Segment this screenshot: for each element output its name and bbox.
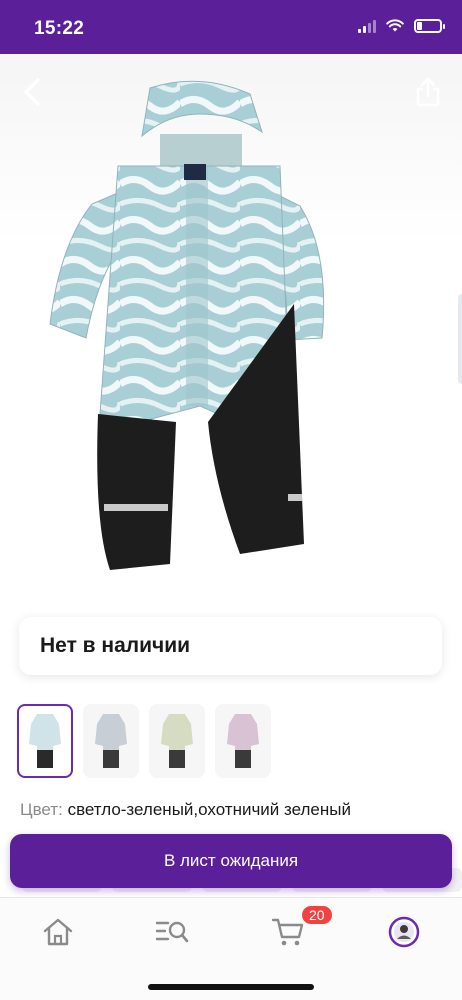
color-swatch[interactable] bbox=[83, 704, 139, 778]
home-indicator bbox=[148, 984, 314, 990]
waitlist-button[interactable]: В лист ожидания bbox=[10, 834, 452, 888]
share-button[interactable] bbox=[408, 72, 448, 112]
avatar-icon bbox=[388, 916, 420, 948]
waitlist-button-label: В лист ожидания bbox=[163, 851, 299, 870]
share-icon bbox=[416, 77, 440, 107]
product-gallery[interactable] bbox=[0, 54, 462, 598]
status-icons bbox=[358, 19, 445, 33]
tab-catalog[interactable] bbox=[148, 912, 196, 952]
tab-profile[interactable] bbox=[380, 912, 428, 952]
swatch-image bbox=[29, 714, 61, 768]
back-button[interactable] bbox=[12, 72, 52, 112]
wifi-icon bbox=[386, 19, 404, 32]
swatch-image bbox=[227, 714, 259, 768]
color-swatch[interactable] bbox=[17, 704, 73, 778]
swatch-image bbox=[161, 714, 193, 768]
color-swatch[interactable] bbox=[149, 704, 205, 778]
tab-home[interactable] bbox=[34, 912, 82, 952]
color-swatch[interactable] bbox=[215, 704, 271, 778]
battery-icon bbox=[414, 19, 445, 33]
color-value: светло-зеленый,охотничий зеленый bbox=[67, 800, 351, 819]
cart-count-badge: 20 bbox=[300, 904, 334, 926]
status-time: 15:22 bbox=[34, 18, 85, 39]
cart-icon bbox=[271, 918, 304, 946]
color-swatches bbox=[17, 704, 271, 778]
color-label: Цвет: bbox=[20, 800, 63, 819]
catalog-search-icon bbox=[155, 921, 189, 943]
home-icon bbox=[43, 918, 73, 946]
swatch-image bbox=[95, 714, 127, 768]
status-bar: 15:22 bbox=[0, 0, 462, 54]
color-info: Цвет: светло-зеленый,охотничий зеленый bbox=[20, 800, 351, 820]
chevron-left-icon bbox=[24, 78, 40, 106]
signal-icon bbox=[358, 19, 376, 33]
availability-text: Нет в наличии bbox=[40, 634, 191, 657]
product-image bbox=[49, 80, 325, 570]
next-image-peek bbox=[458, 294, 462, 384]
availability-card: Нет в наличии bbox=[19, 617, 442, 675]
